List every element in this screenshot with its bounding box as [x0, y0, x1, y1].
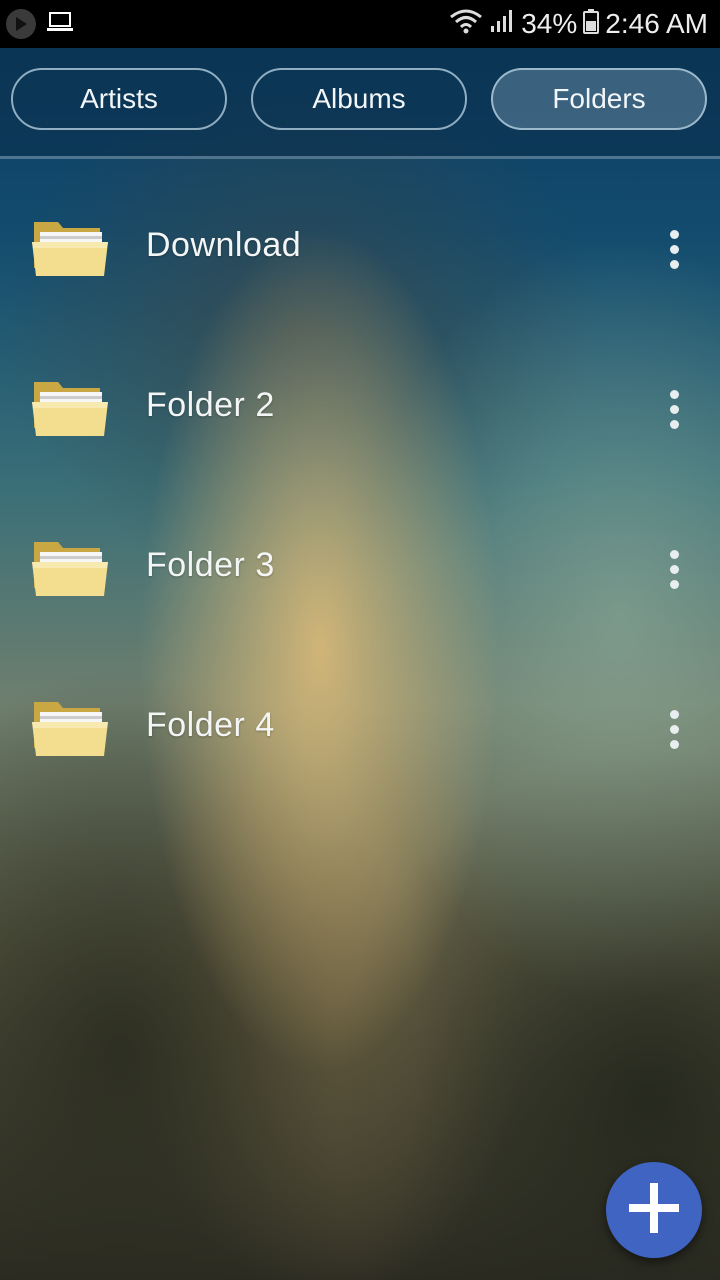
- more-vert-icon[interactable]: [656, 384, 692, 434]
- folder-name: Folder 2: [146, 386, 275, 424]
- folder-icon: [30, 696, 110, 760]
- add-folder-button[interactable]: [606, 1162, 702, 1258]
- battery-icon: [583, 8, 600, 41]
- signal-icon: [489, 8, 515, 41]
- play-circle-icon: [6, 9, 36, 39]
- more-vert-icon[interactable]: [656, 704, 692, 754]
- list-item[interactable]: Download: [0, 168, 720, 328]
- folder-name: Folder 3: [146, 546, 275, 584]
- status-time: 2:46 AM: [605, 8, 708, 39]
- wifi-icon: [449, 8, 483, 41]
- folder-name: Folder 4: [146, 706, 275, 744]
- more-vert-icon[interactable]: [656, 544, 692, 594]
- status-left: [0, 9, 74, 39]
- tab-albums[interactable]: Albums: [251, 68, 467, 130]
- status-bar: 34% 2:46 AM: [0, 0, 720, 48]
- list-item[interactable]: Folder 4: [0, 648, 720, 808]
- folder-icon: [30, 216, 110, 280]
- battery-percent: 34%: [521, 8, 578, 39]
- laptop-icon: [46, 11, 74, 38]
- plus-icon: [627, 1181, 681, 1240]
- status-right: 34% 2:46 AM: [449, 8, 720, 41]
- list-item[interactable]: Folder 2: [0, 328, 720, 488]
- folder-icon: [30, 376, 110, 440]
- tab-folders[interactable]: Folders: [491, 68, 707, 130]
- folder-icon: [30, 536, 110, 600]
- folder-name: Download: [146, 226, 302, 264]
- list-item[interactable]: Folder 3: [0, 488, 720, 648]
- more-vert-icon[interactable]: [656, 224, 692, 274]
- tab-bar: Artists Albums Folders: [0, 48, 720, 159]
- tab-artists[interactable]: Artists: [11, 68, 227, 130]
